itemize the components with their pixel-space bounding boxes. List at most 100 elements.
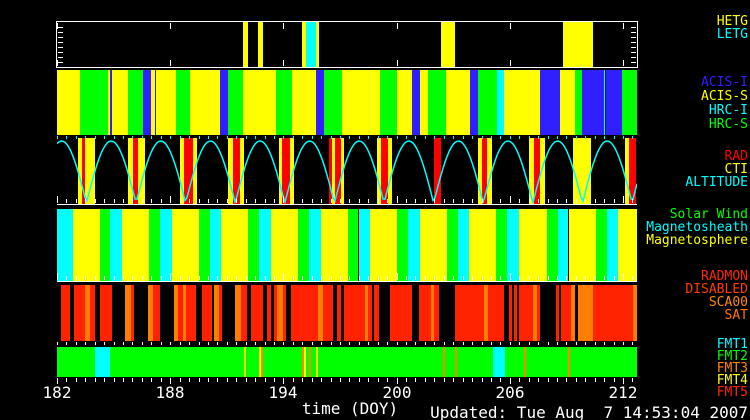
legend-label-acis-i: ACIS-I <box>701 76 748 90</box>
tick-mark <box>189 199 190 203</box>
tick-mark <box>434 199 435 203</box>
tick-mark <box>189 342 190 345</box>
segment-fmt3 <box>309 347 311 377</box>
tick-mark <box>434 342 435 345</box>
tick-mark <box>631 42 636 43</box>
tick-mark <box>529 342 530 345</box>
tick-mark <box>614 276 615 280</box>
band-gratings-legend: HETGLETG <box>717 15 748 41</box>
segment-radmon-disabled <box>61 285 70 341</box>
segment-hetg <box>563 22 593 67</box>
tick-mark <box>104 342 105 345</box>
segment-acis-s <box>243 70 276 135</box>
tick-mark <box>180 136 181 139</box>
segment-acis-i <box>540 70 560 135</box>
tick-mark <box>76 199 77 203</box>
tick-mark <box>368 199 369 203</box>
tick-mark <box>293 342 294 345</box>
tick-mark <box>246 342 247 345</box>
x-tick-label: 188 <box>140 383 200 402</box>
tick-mark <box>463 342 464 345</box>
legend-label-altitude: ALTITUDE <box>685 176 748 189</box>
tick-mark <box>632 136 633 139</box>
segment-fmt3 <box>443 347 445 377</box>
tick-mark <box>425 342 426 345</box>
tick-mark <box>566 276 567 280</box>
tick-mark <box>246 378 247 382</box>
tick-mark <box>387 276 388 280</box>
tick-mark <box>595 199 596 203</box>
tick-mark <box>557 199 558 203</box>
tick-mark <box>123 378 124 382</box>
tick-mark <box>123 342 124 345</box>
tick-mark <box>236 136 237 139</box>
tick-mark <box>189 136 190 139</box>
tick-mark <box>585 276 586 280</box>
tick-mark <box>274 199 275 203</box>
band-gratings <box>57 22 637 67</box>
tick-mark <box>387 378 388 382</box>
segment-letg <box>306 22 316 67</box>
tick-mark <box>472 276 473 280</box>
tick-mark <box>180 276 181 280</box>
tick-mark <box>491 276 492 280</box>
tick-mark <box>397 136 398 139</box>
tick-mark <box>236 276 237 280</box>
tick-mark <box>538 136 539 139</box>
tick-mark <box>217 378 218 382</box>
segment-acis-i <box>220 70 228 135</box>
x-tick-label: 206 <box>480 383 540 402</box>
tick-mark <box>444 276 445 280</box>
legend-label-hrc-s: HRC-S <box>701 118 748 132</box>
segment-solar-wind <box>596 209 607 281</box>
segment-magnetosphere <box>221 209 248 281</box>
tick-mark <box>604 199 605 203</box>
tick-mark <box>359 378 360 382</box>
tick-mark <box>199 276 200 280</box>
tick-mark <box>510 273 511 280</box>
tick-mark <box>349 342 350 345</box>
segment-radmon-disabled <box>251 285 263 341</box>
tick-mark <box>557 342 558 345</box>
tick-mark <box>66 199 67 203</box>
tick-mark <box>246 136 247 139</box>
tick-mark <box>151 342 152 345</box>
tick-mark <box>85 342 86 345</box>
tick-mark <box>500 276 501 280</box>
segment-radmon-disabled <box>434 285 439 341</box>
tick-mark <box>453 342 454 345</box>
tick-mark <box>114 276 115 280</box>
tick-mark <box>614 378 615 382</box>
segment-radmon-disabled <box>153 285 160 341</box>
tick-mark <box>425 378 426 382</box>
tick-mark <box>519 136 520 139</box>
tick-mark <box>632 342 633 345</box>
tick-mark <box>623 60 624 66</box>
tick-mark <box>397 196 398 203</box>
segment-hrc-s <box>324 70 342 135</box>
tick-mark <box>378 378 379 382</box>
tick-mark <box>378 342 379 345</box>
segment-radmon-disabled <box>241 285 247 341</box>
tick-mark <box>151 276 152 280</box>
segment-fmt3 <box>261 347 263 377</box>
legend-label-letg: LETG <box>717 28 748 41</box>
tick-mark <box>548 199 549 203</box>
segment-sca00-sat <box>633 285 637 341</box>
tick-mark <box>359 342 360 345</box>
segment-solar-wind <box>447 209 458 281</box>
tick-mark <box>246 276 247 280</box>
tick-mark <box>302 342 303 345</box>
tick-mark <box>491 342 492 345</box>
tick-mark <box>199 136 200 139</box>
segment-magnetosheath <box>309 209 321 281</box>
tick-mark <box>378 276 379 280</box>
tick-mark <box>161 136 162 139</box>
tick-mark <box>482 378 483 382</box>
tick-mark <box>510 196 511 203</box>
tick-mark <box>132 378 133 382</box>
tick-mark <box>463 136 464 139</box>
tick-mark <box>265 199 266 203</box>
tick-mark <box>302 276 303 280</box>
segment-acis-s <box>560 70 575 135</box>
